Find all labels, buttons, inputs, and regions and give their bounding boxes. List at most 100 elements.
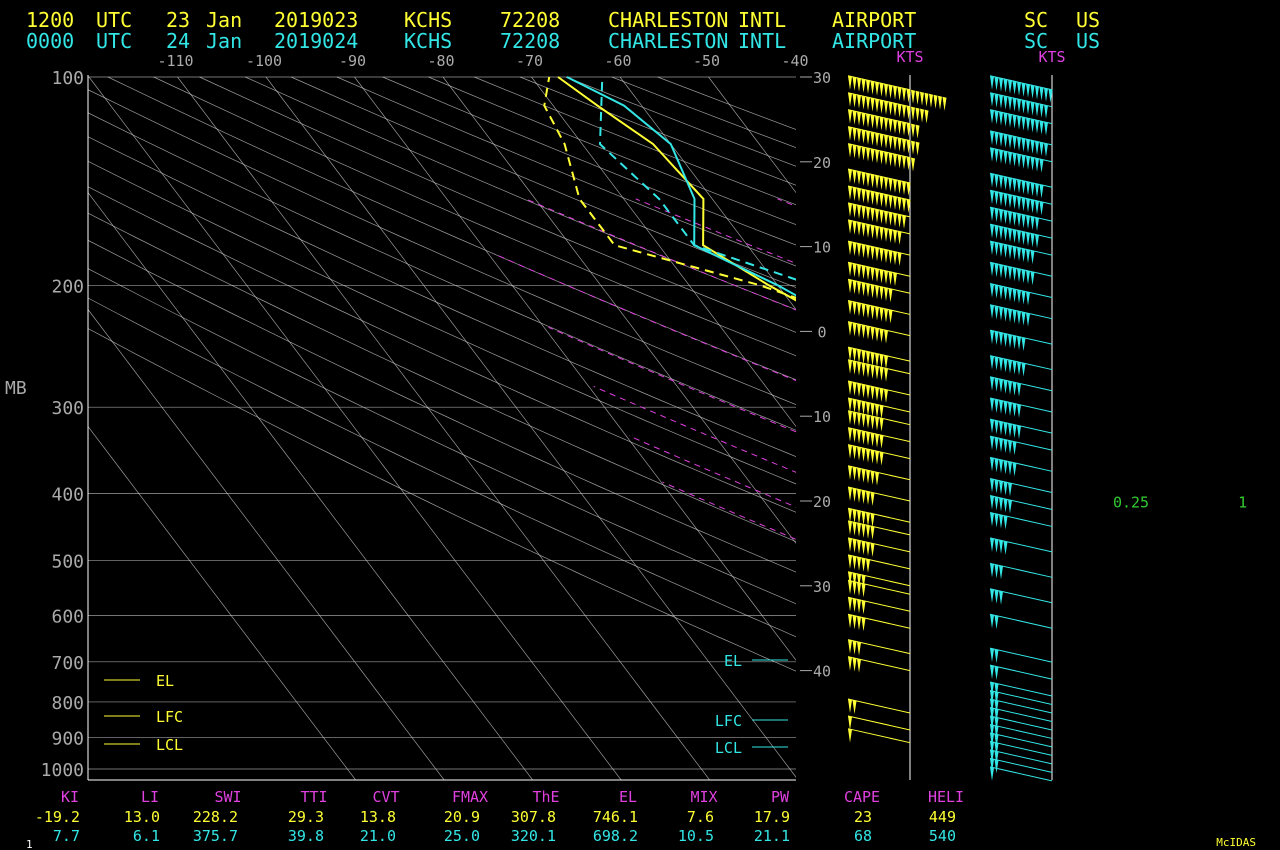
- wind-barb-1: [847, 240, 911, 267]
- dry-adiabat: [290, 76, 796, 288]
- wind-barb-1: [847, 698, 911, 714]
- temperature-tick-label: -40: [781, 52, 808, 70]
- dry-adiabat: [88, 212, 796, 542]
- height-tick-label: 10: [813, 239, 831, 257]
- moist-adiabat: [593, 385, 796, 473]
- index-label: CAPE: [844, 788, 880, 806]
- dry-adiabat: [245, 76, 796, 311]
- sounding-2-header: 0000 UTC 24 Jan 2019024 KCHS 72208 CHARLESTON IN…: [26, 29, 1100, 53]
- dry-adiabat: [88, 89, 796, 405]
- height-tick-label: 30: [813, 578, 831, 596]
- wind-barb-1: [847, 444, 911, 466]
- wind-barb-1: [847, 639, 911, 656]
- index-value-1: 13.8: [360, 808, 396, 826]
- wind-barb-1: [847, 397, 911, 419]
- index-value-2: 540: [929, 827, 956, 845]
- wind-barb-1: [847, 427, 911, 449]
- isotherm-line: [886, 77, 1280, 784]
- isotherm-line: [708, 76, 796, 194]
- index-value-2: 10.5: [678, 827, 714, 845]
- isotherm-line: [88, 308, 445, 780]
- header-sounding_2-field: KCHS: [404, 29, 452, 53]
- temperature-tick-label: -80: [427, 52, 454, 70]
- wind-barb-2: [989, 749, 1053, 765]
- wind-barb-2: [989, 647, 1053, 664]
- wind-barb-1: [847, 143, 915, 172]
- index-value-1: 746.1: [593, 808, 638, 826]
- skew-t-diagram: 1200 UTC 23 Jan 2019023 KCHS 72208 CHARLESTON IN…: [5, 8, 1280, 850]
- wind-barb-1: [847, 185, 911, 213]
- pressure-tick-label: 800: [51, 693, 84, 714]
- wind-barb-1: [847, 168, 911, 196]
- dry-adiabat: [565, 76, 796, 167]
- kts-label: KTS: [896, 48, 923, 66]
- wind-barb-2: [989, 456, 1053, 477]
- index-value-1: -19.2: [35, 808, 80, 826]
- index-value-2: 6.1: [133, 827, 160, 845]
- dewpoint-profile-2: [598, 76, 796, 281]
- dry-adiabat: [88, 112, 796, 431]
- wind-barb-2: [989, 740, 1053, 757]
- mixing-ratio-line: [1246, 515, 1280, 783]
- height-tick-label: 0: [817, 323, 826, 341]
- index-label: MIX: [690, 788, 717, 806]
- index-value-2: 375.7: [193, 827, 238, 845]
- index-label: LI: [141, 788, 159, 806]
- height-tick-label: 40: [813, 663, 831, 681]
- index-value-2: 39.8: [288, 827, 324, 845]
- dry-adiabat: [657, 76, 796, 130]
- dry-adiabat: [336, 76, 796, 267]
- wind-barb-2: [989, 109, 1053, 136]
- index-value-2: 25.0: [444, 827, 480, 845]
- pressure-tick-label: 700: [51, 653, 84, 674]
- mixing-ratio-labels: 0.251357101520: [1113, 493, 1247, 511]
- isotherm-line: [1063, 77, 1280, 784]
- wind-barb-1: [847, 579, 911, 598]
- wind-barb-1: [847, 571, 911, 589]
- isotherm-line: [265, 76, 796, 778]
- header-sounding_2-field: UTC: [96, 29, 132, 53]
- temperature-tick-label: -70: [516, 52, 543, 70]
- wind-barb-2: [989, 706, 1053, 723]
- index-value-1: 23: [854, 808, 872, 826]
- temperature-profile-1: [557, 76, 796, 302]
- index-value-1: 228.2: [193, 808, 238, 826]
- y-axis-label: MB: [5, 378, 27, 399]
- plot-area: [88, 76, 1280, 784]
- dry-adiabat: [88, 160, 796, 485]
- pressure-tick-label: 100: [51, 68, 84, 89]
- wind-barb-2: [989, 681, 1053, 698]
- temperature-tick-label: -90: [339, 52, 366, 70]
- index-label: CVT: [372, 788, 399, 806]
- height-tick-label: 10: [813, 408, 831, 426]
- wind-barbs: [847, 75, 1053, 782]
- wind-barb-2: [989, 130, 1053, 157]
- wind-barb-1: [847, 278, 911, 303]
- moist-adiabat: [628, 435, 796, 508]
- wind-barb-2: [989, 304, 1053, 327]
- index-label: ThE: [532, 788, 559, 806]
- index-label: TTI: [300, 788, 327, 806]
- wind-barb-2: [989, 478, 1053, 497]
- mixing-ratio-label: 1: [1238, 493, 1247, 511]
- index-value-1: 29.3: [288, 808, 324, 826]
- header-sounding_2-field: INTL: [738, 29, 786, 53]
- wind-barb-2: [989, 172, 1053, 199]
- header-sounding_2-field: 24: [166, 29, 190, 53]
- wind-barb-2: [989, 376, 1053, 397]
- wind-barb-1: [847, 596, 911, 615]
- wind-barb-2: [989, 189, 1053, 216]
- pressure-tick-label: 400: [51, 485, 84, 506]
- kts-label: KTS: [1038, 48, 1065, 66]
- wind-barb-2: [989, 511, 1053, 530]
- temperature-tick-label: -60: [604, 52, 631, 70]
- index-value-1: 17.9: [754, 808, 790, 826]
- wind-barb-2: [989, 698, 1053, 714]
- sounding-header: 1200 UTC 23 Jan 2019023 KCHS 72208 CHARLESTON IN…: [26, 8, 1100, 53]
- moist-adiabat: [548, 326, 796, 433]
- dry-adiabat: [88, 268, 796, 605]
- wind-barb-1: [847, 613, 911, 632]
- wind-barb-2: [989, 494, 1053, 514]
- height-tick-label: 30: [813, 69, 831, 87]
- dry-adiabat: [153, 76, 796, 357]
